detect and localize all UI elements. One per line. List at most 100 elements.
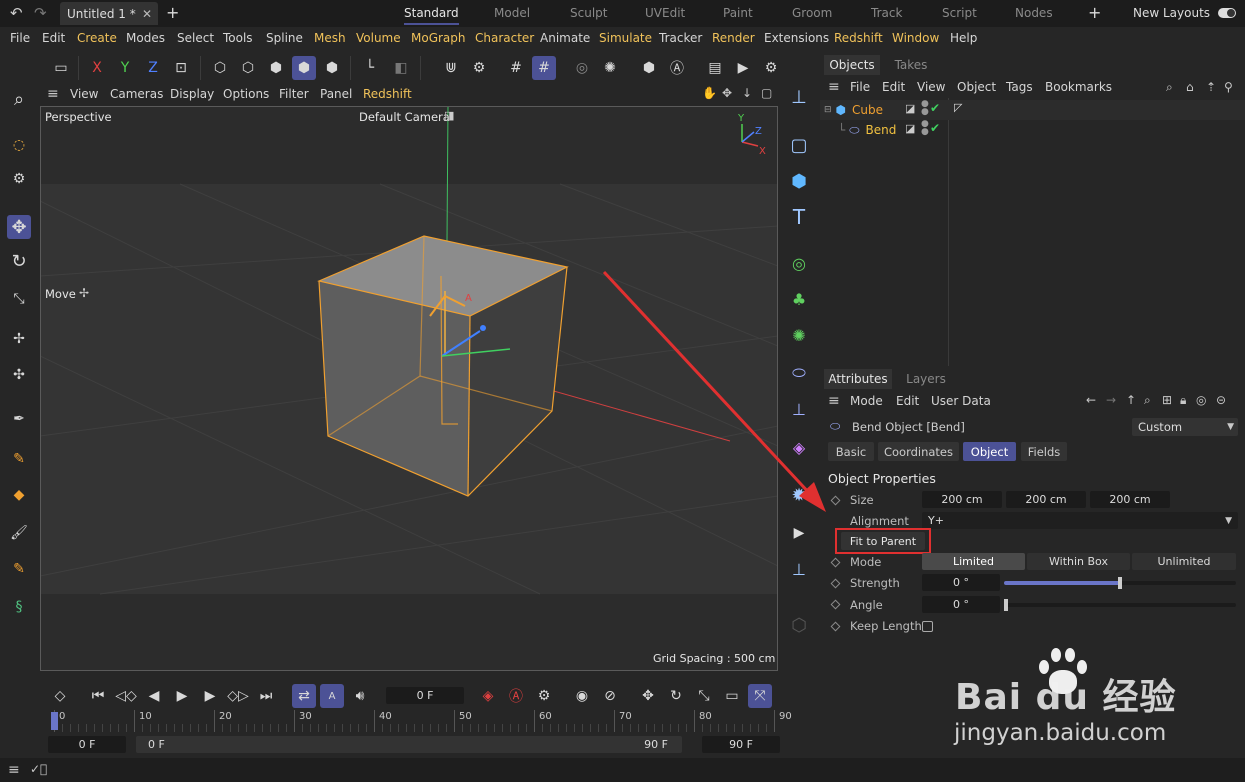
layout-tab-sculpt[interactable]: Sculpt xyxy=(570,6,607,20)
end-frame-field[interactable]: 90 F xyxy=(702,736,780,753)
render-picture-icon[interactable]: ▶ xyxy=(731,56,755,80)
preset-dropdown[interactable]: Custom ▼ xyxy=(1132,418,1238,436)
back-icon[interactable]: ← xyxy=(1086,393,1096,407)
axis-z-icon[interactable]: Z xyxy=(141,56,165,80)
close-tab-icon[interactable]: ✕ xyxy=(142,7,152,21)
menu-animate[interactable]: Animate xyxy=(540,31,590,45)
viewport-menu-filter[interactable]: Filter xyxy=(279,87,309,101)
menu-tracker[interactable]: Tracker xyxy=(659,31,702,45)
angle-keyframe-icon[interactable] xyxy=(830,599,841,610)
fit-to-parent-button[interactable]: Fit to Parent xyxy=(841,532,925,550)
keep-length-checkbox[interactable] xyxy=(922,621,933,632)
objects-home-icon[interactable]: ⌂ xyxy=(1186,80,1194,94)
settings-circle-icon[interactable]: ✺ xyxy=(598,56,622,80)
menu-character[interactable]: Character xyxy=(475,31,534,45)
material-tool-icon[interactable]: ◆ xyxy=(7,483,31,507)
keyframe-selection-icon[interactable]: ◉ xyxy=(570,684,594,708)
previous-key-icon[interactable]: ◁◇ xyxy=(114,684,138,708)
attributes-menu-icon[interactable]: ≡ xyxy=(828,393,840,409)
edges-mode-icon[interactable]: ⬡ xyxy=(236,56,260,80)
keep-length-keyframe-icon[interactable] xyxy=(830,621,841,632)
cube-object-icon[interactable]: ⬢ xyxy=(787,169,811,193)
pan-icon[interactable]: ✋ xyxy=(702,86,717,100)
keyframe-icon[interactable]: ◇ xyxy=(48,684,72,708)
menu-render[interactable]: Render xyxy=(712,31,755,45)
attributes-menu-user-data[interactable]: User Data xyxy=(931,394,991,408)
objects-menu-icon[interactable]: ≡ xyxy=(828,79,840,95)
record-icon[interactable]: ◈ xyxy=(476,684,500,708)
viewport-menu-cameras[interactable]: Cameras xyxy=(110,87,163,101)
orbit-icon[interactable]: ↓ xyxy=(742,86,752,100)
scale-tool-icon[interactable]: ⤡ xyxy=(7,287,31,311)
spline-object-icon[interactable]: ▢ xyxy=(787,133,811,157)
redo-icon[interactable]: ↷ xyxy=(34,4,47,22)
objects-filter-icon[interactable]: ⚲ xyxy=(1224,80,1233,94)
record-position-icon[interactable]: ✥ xyxy=(636,684,660,708)
size-z-field[interactable]: 200 cm xyxy=(1090,491,1170,508)
menu-simulate[interactable]: Simulate xyxy=(599,31,652,45)
bend-visibility-icon[interactable]: ● ● xyxy=(921,120,929,137)
field-icon[interactable]: ⊥ xyxy=(787,397,811,421)
render-view-icon[interactable]: ▤ xyxy=(703,56,727,80)
start-frame-field[interactable]: 0 F xyxy=(48,736,126,753)
objects-menu-edit[interactable]: Edit xyxy=(882,80,905,94)
viewport-menu-icon[interactable]: ≡ xyxy=(47,86,59,102)
search-icon[interactable]: ⌕ xyxy=(7,87,31,111)
objects-search-icon[interactable]: ⌕ xyxy=(1166,80,1173,95)
range-bar[interactable]: 0 F 90 F xyxy=(136,736,682,753)
new-view-icon[interactable]: ⊞ xyxy=(1162,393,1172,407)
menu-file[interactable]: File xyxy=(10,31,30,45)
menu-help[interactable]: Help xyxy=(950,31,977,45)
up-icon[interactable]: ↑ xyxy=(1126,393,1136,407)
layout-tab-standard[interactable]: Standard xyxy=(404,6,459,25)
attr-search-icon[interactable]: ⌕ xyxy=(1144,393,1151,408)
axis-y-icon[interactable]: Y xyxy=(113,56,137,80)
go-to-start-icon[interactable]: ⏮ xyxy=(86,684,110,708)
snap-magnet-icon[interactable]: ⋓ xyxy=(439,56,463,80)
layout-tab-uvedit[interactable]: UVEdit xyxy=(645,6,685,20)
tab-takes[interactable]: Takes xyxy=(886,55,936,75)
size-y-field[interactable]: 200 cm xyxy=(1006,491,1086,508)
tag-icon[interactable]: ⬡ xyxy=(787,613,811,637)
playhead[interactable] xyxy=(51,712,58,730)
bend-check-icon[interactable]: ✔ xyxy=(930,121,940,135)
viewport-menu-options[interactable]: Options xyxy=(223,87,269,101)
layout-tab-script[interactable]: Script xyxy=(942,6,977,20)
grid-snap-active-icon[interactable]: # xyxy=(532,56,556,80)
add-layout-icon[interactable]: + xyxy=(1088,3,1101,22)
generator-icon[interactable]: ◎ xyxy=(787,251,811,275)
spline-draw-icon[interactable]: ✎ xyxy=(7,447,31,471)
angle-slider-handle[interactable] xyxy=(1004,599,1008,611)
menu-spline[interactable]: Spline xyxy=(266,31,303,45)
motion-path-icon[interactable]: ⊘ xyxy=(598,684,622,708)
model-mode-icon[interactable]: ⬢ xyxy=(292,56,316,80)
mode-keyframe-icon[interactable] xyxy=(830,557,841,568)
collapse-icon[interactable]: ⊟ xyxy=(824,105,832,115)
objects-menu-bookmarks[interactable]: Bookmarks xyxy=(1045,80,1112,94)
go-to-end-icon[interactable]: ⏭ xyxy=(254,684,278,708)
objects-menu-tags[interactable]: Tags xyxy=(1006,80,1033,94)
transfer-tool-icon[interactable]: ✢ xyxy=(7,327,31,351)
cube-tag-icon[interactable]: ◸ xyxy=(954,101,962,114)
workplane-icon[interactable]: └ xyxy=(358,56,382,80)
current-frame-field[interactable]: 0 F xyxy=(386,687,464,704)
points-mode-icon[interactable]: ⬡ xyxy=(208,56,232,80)
subtab-basic[interactable]: Basic xyxy=(828,442,874,461)
cube-visibility-icon[interactable]: ● ● xyxy=(921,100,929,117)
menu-modes[interactable]: Modes xyxy=(126,31,165,45)
subtab-coordinates[interactable]: Coordinates xyxy=(878,442,959,461)
lock-target-icon[interactable]: ◎ xyxy=(570,56,594,80)
objects-menu-view[interactable]: View xyxy=(917,80,945,94)
menu-tools[interactable]: Tools xyxy=(223,31,253,45)
forward-icon[interactable]: → xyxy=(1106,393,1116,407)
mograph-icon[interactable]: ♣ xyxy=(787,287,811,311)
sound-icon[interactable]: 🔊︎ xyxy=(348,684,372,708)
snap-tool-icon[interactable]: ✣ xyxy=(7,363,31,387)
effector-icon[interactable]: ✺ xyxy=(787,323,811,347)
angle-slider[interactable] xyxy=(1004,599,1236,611)
brush-tool-icon[interactable]: 🖌 xyxy=(7,521,31,545)
layout-tab-groom[interactable]: Groom xyxy=(792,6,832,20)
tab-layers[interactable]: Layers xyxy=(900,369,952,389)
maximize-view-icon[interactable]: ▢ xyxy=(761,86,772,100)
viewport-menu-display[interactable]: Display xyxy=(170,87,214,101)
